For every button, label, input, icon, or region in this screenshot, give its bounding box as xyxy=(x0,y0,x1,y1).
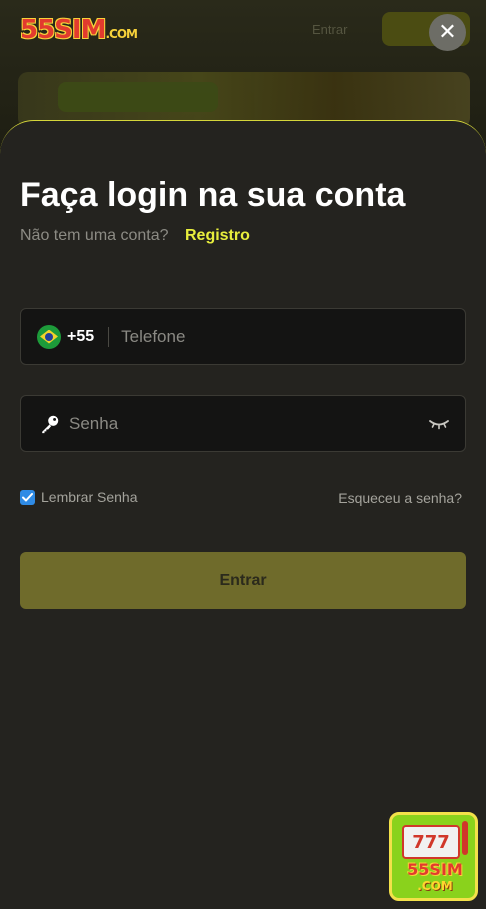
checkmark-icon xyxy=(22,492,33,501)
register-link[interactable]: Registro xyxy=(185,227,250,244)
slot-lever-icon xyxy=(462,821,468,855)
remember-checkbox[interactable] xyxy=(20,489,35,505)
country-code[interactable]: +55 xyxy=(67,328,94,346)
no-account-text: Não tem uma conta? xyxy=(20,227,169,244)
forgot-password-link[interactable]: Esqueceu a senha? xyxy=(338,490,462,506)
slot-reels-icon: 777 xyxy=(402,825,460,859)
brazil-flag-icon[interactable] xyxy=(37,324,61,349)
badge-logo: 55SIM .COM xyxy=(395,861,475,895)
password-input[interactable] xyxy=(69,396,429,451)
floating-app-badge[interactable]: 777 55SIM .COM xyxy=(389,812,478,901)
login-button[interactable]: Entrar xyxy=(20,552,466,609)
close-icon: ✕ xyxy=(438,20,457,45)
eye-closed-icon[interactable] xyxy=(429,417,449,431)
brand-logo-suffix: .COM xyxy=(105,27,138,41)
badge-brand: 55SIM xyxy=(407,860,463,879)
field-divider xyxy=(108,326,110,347)
badge-suffix: .COM xyxy=(417,879,453,893)
key-icon xyxy=(42,415,59,433)
close-button[interactable]: ✕ xyxy=(429,14,466,51)
brand-logo-text: 55SIM xyxy=(20,15,106,45)
register-prompt: Não tem uma conta? Registro xyxy=(20,227,250,245)
remember-label: Lembrar Senha xyxy=(41,489,138,505)
brand-logo: 55SIM.COM xyxy=(20,15,138,45)
password-field[interactable] xyxy=(20,395,466,452)
phone-input[interactable] xyxy=(121,309,465,364)
promo-banner-chip xyxy=(58,82,218,112)
remember-password[interactable]: Lembrar Senha xyxy=(20,489,138,505)
phone-field[interactable]: +55 xyxy=(20,308,466,365)
header-link: Entrar xyxy=(312,22,348,37)
page-title: Faça login na sua conta xyxy=(20,176,406,214)
